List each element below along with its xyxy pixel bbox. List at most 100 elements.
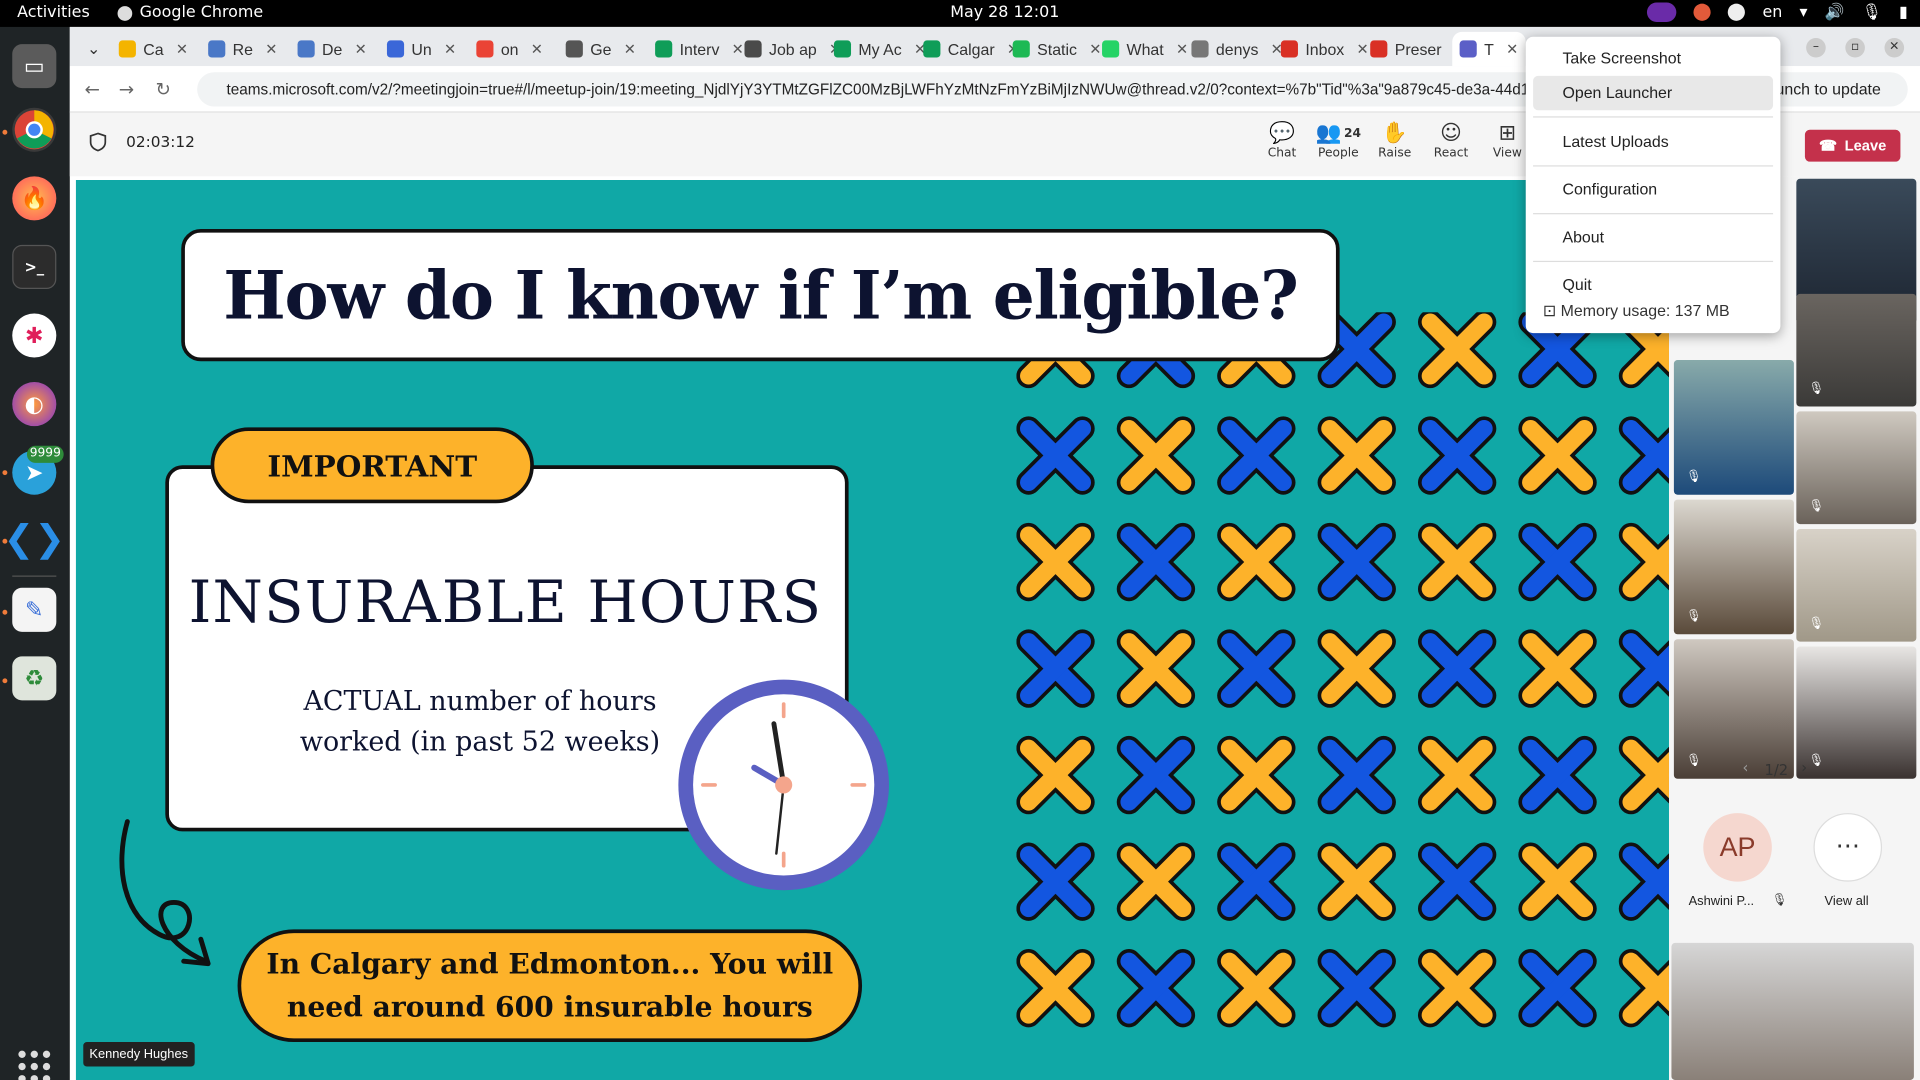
callout-line-1: In Calgary and Edmonton... You will: [266, 947, 834, 981]
menu-item-take-screenshot[interactable]: Take Screenshot: [1533, 42, 1773, 76]
forward-icon[interactable]: →: [119, 78, 134, 100]
toolbar-raise-button[interactable]: ✋ Raise: [1368, 120, 1422, 160]
browser-tab[interactable]: Interv ✕: [648, 32, 752, 66]
tab-close-icon[interactable]: ✕: [176, 40, 188, 57]
screenshot-tool-menu: Take Screenshot Open Launcher Latest Uploa…: [1525, 36, 1781, 334]
firefox-dev-icon[interactable]: ◐: [12, 382, 57, 427]
tab-favicon-icon: [923, 40, 941, 58]
video-tile[interactable]: 🎙: [1796, 293, 1917, 407]
x-mark: [1217, 629, 1296, 708]
browser-tab[interactable]: Un ✕: [380, 32, 464, 66]
close-window-button[interactable]: ✕: [1884, 37, 1905, 58]
card-subtext: ACTUAL number of hours worked (in past 5…: [260, 682, 701, 763]
activities-button[interactable]: Activities: [17, 4, 90, 22]
video-tile[interactable]: 🎙: [1673, 499, 1794, 635]
prev-page-icon[interactable]: ‹: [1742, 759, 1748, 776]
show-apps-icon[interactable]: [18, 1050, 51, 1080]
menu-item-configuration[interactable]: Configuration: [1533, 173, 1773, 207]
language-indicator[interactable]: en: [1762, 3, 1782, 21]
battery-icon[interactable]: ▮: [1899, 3, 1908, 21]
volume-icon[interactable]: 🔊: [1825, 3, 1845, 21]
maximize-button[interactable]: ▫: [1845, 37, 1865, 58]
x-mark: [1618, 948, 1669, 1028]
tab-list-button[interactable]: ⌄: [80, 32, 108, 66]
self-video-tile[interactable]: [1671, 942, 1914, 1080]
video-tile[interactable]: 🎙: [1796, 528, 1917, 642]
video-tile[interactable]: 🎙: [1673, 639, 1794, 779]
people-icon: 👥: [1315, 121, 1342, 146]
leave-button[interactable]: ☎ Leave: [1804, 129, 1901, 162]
tab-close-icon[interactable]: ✕: [624, 40, 636, 57]
tab-close-icon[interactable]: ✕: [265, 40, 277, 57]
video-tile[interactable]: 🎙: [1796, 411, 1917, 525]
wifi-icon[interactable]: ▾: [1800, 3, 1808, 21]
shared-slide: How do I know if I’m eligible? IMPORTANT…: [75, 180, 1669, 1080]
tab-close-icon[interactable]: ✕: [355, 40, 367, 57]
browser-tab[interactable]: Ge ✕: [558, 32, 643, 66]
system-tray[interactable]: en ▾ 🔊 🎙 ▮: [1647, 2, 1908, 23]
mic-icon[interactable]: 🎙: [1862, 3, 1882, 21]
back-icon[interactable]: ←: [84, 78, 99, 100]
x-mark: [1317, 416, 1396, 495]
trash-icon[interactable]: ♻: [12, 656, 57, 701]
view-all-label: View all: [1824, 893, 1869, 909]
menu-item-about[interactable]: About: [1533, 220, 1773, 254]
important-badge: IMPORTANT: [210, 427, 534, 504]
text-editor-icon[interactable]: ✎: [12, 587, 57, 632]
screenshot-tool-icon[interactable]: [1647, 2, 1677, 23]
browser-tab[interactable]: De ✕: [290, 32, 374, 66]
muted-mic-icon: 🎙: [1771, 893, 1788, 908]
pagination: 1/2: [1764, 761, 1789, 779]
tab-favicon-icon: [655, 40, 673, 58]
browser-tab[interactable]: What ✕: [1095, 32, 1196, 66]
people-count: 24: [1344, 126, 1362, 141]
x-mark: [1016, 416, 1095, 495]
tab-favicon-icon: [386, 40, 405, 58]
url-field[interactable]: teams.microsoft.com/v2/?meetingjoin=true…: [197, 72, 1545, 107]
minimize-button[interactable]: –: [1806, 37, 1826, 58]
toolbar-react-button[interactable]: ☺ React: [1424, 120, 1478, 160]
tab-label: What: [1126, 39, 1164, 59]
browser-tab[interactable]: Inbox ✕: [1273, 32, 1376, 66]
clock[interactable]: May 28 12:01: [950, 4, 1059, 22]
app-name: Google Chrome: [139, 3, 264, 23]
memory-usage-text: Memory usage: 137 MB: [1560, 301, 1730, 320]
x-mark: [1217, 735, 1296, 815]
x-mark: [1417, 735, 1497, 815]
terminal-icon[interactable]: >_: [12, 244, 57, 289]
toolbar-label: Chat: [1267, 146, 1297, 161]
tab-close-icon[interactable]: ✕: [1506, 40, 1518, 57]
shield-icon: [89, 132, 107, 152]
toolbar-chat-button[interactable]: 💬 Chat: [1255, 120, 1309, 160]
participant-avatar[interactable]: AP: [1703, 813, 1772, 882]
slack-icon[interactable]: ✱: [12, 313, 57, 358]
next-page-icon[interactable]: ›: [1801, 759, 1807, 776]
menu-item-quit[interactable]: Quit: [1533, 268, 1773, 302]
video-tile[interactable]: 🎙: [1796, 646, 1917, 779]
app-menu[interactable]: Google Chrome: [117, 3, 264, 23]
browser-tab[interactable]: Re ✕: [201, 32, 285, 66]
tab-favicon-icon: [476, 40, 494, 58]
browser-tab[interactable]: T ✕: [1452, 31, 1526, 67]
tray-app-icon[interactable]: [1693, 3, 1712, 21]
browser-tab[interactable]: Ca ✕: [111, 32, 195, 66]
view-all-button[interactable]: ⋯: [1813, 813, 1883, 882]
tab-close-icon[interactable]: ✕: [531, 40, 543, 57]
chrome-tray-icon[interactable]: [1728, 3, 1746, 21]
x-mark: [1217, 416, 1296, 495]
files-icon[interactable]: ▭: [12, 44, 57, 89]
tab-close-icon[interactable]: ✕: [444, 40, 456, 57]
firefox-icon[interactable]: 🔥: [12, 176, 57, 221]
toolbar-label: Raise: [1378, 146, 1412, 161]
menu-item-open-launcher[interactable]: Open Launcher: [1533, 75, 1774, 111]
browser-tab[interactable]: on ✕: [469, 32, 550, 66]
browser-tab[interactable]: Static ✕: [1005, 32, 1109, 66]
chrome-dock-icon[interactable]: [12, 107, 57, 152]
x-mark: [1016, 842, 1095, 921]
video-tile[interactable]: 🎙: [1673, 360, 1794, 495]
vscode-icon[interactable]: ❮❯: [4, 517, 66, 561]
menu-item-latest-uploads[interactable]: Latest Uploads: [1533, 125, 1773, 159]
subtext-line-1: ACTUAL number of hours: [303, 686, 657, 718]
reload-icon[interactable]: ↻: [156, 78, 171, 100]
toolbar-people-button[interactable]: 👥 24 People: [1311, 120, 1365, 160]
